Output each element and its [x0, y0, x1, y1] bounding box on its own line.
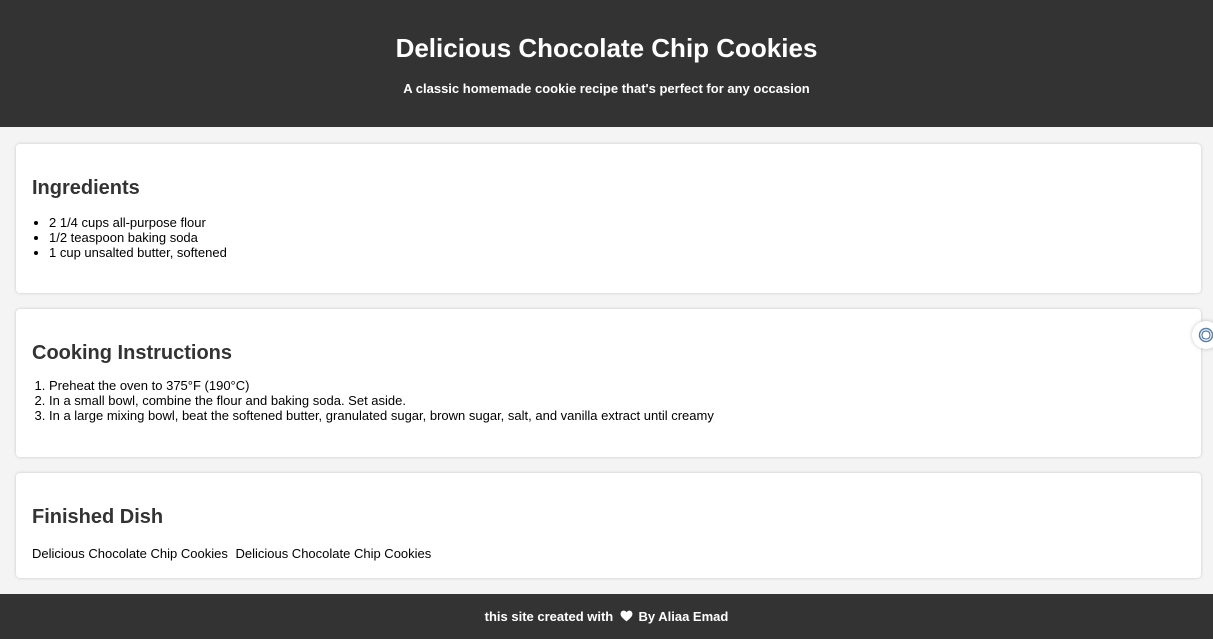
site-header: Delicious Chocolate Chip Cookies A class…	[0, 0, 1213, 127]
main-content: Ingredients 2 1/4 cups all-purpose flour…	[0, 127, 1213, 578]
page-title: Delicious Chocolate Chip Cookies	[395, 33, 818, 63]
instruction-step: In a large mixing bowl, beat the softene…	[49, 408, 1185, 423]
footer-text-after: By Aliaa Emad	[638, 609, 729, 624]
ingredient-item: 1/2 teaspoon baking soda	[49, 230, 1185, 245]
finished-dish-card: Finished Dish Delicious Chocolate Chip C…	[16, 473, 1201, 578]
instruction-step: Preheat the oven to 375°F (190°C)	[49, 378, 1185, 393]
heart-icon	[620, 610, 633, 622]
instructions-list: Preheat the oven to 375°F (190°C) In a s…	[32, 378, 1185, 423]
dish-image-alt: Delicious Chocolate Chip Cookies	[32, 546, 228, 561]
ingredients-heading: Ingredients	[32, 177, 140, 199]
ingredient-item: 2 1/4 cups all-purpose flour	[49, 215, 1185, 230]
dish-images: Delicious Chocolate Chip Cookies Delicio…	[32, 542, 1185, 562]
instruction-step: In a small bowl, combine the flour and b…	[49, 393, 1185, 408]
assistant-widget-icon	[1198, 327, 1213, 343]
instructions-card: Cooking Instructions Preheat the oven to…	[16, 309, 1201, 457]
assistant-widget-button[interactable]	[1192, 321, 1213, 349]
ingredients-list: 2 1/4 cups all-purpose flour 1/2 teaspoo…	[32, 215, 1185, 260]
ingredients-card: Ingredients 2 1/4 cups all-purpose flour…	[16, 144, 1201, 293]
finished-dish-heading: Finished Dish	[32, 506, 164, 528]
ingredient-item: 1 cup unsalted butter, softened	[49, 245, 1185, 260]
dish-image: Delicious Chocolate Chip Cookies	[32, 546, 228, 562]
dish-image: Delicious Chocolate Chip Cookies	[235, 546, 431, 562]
site-footer: this site created with By Aliaa Emad	[0, 594, 1213, 639]
page-subtitle: A classic homemade cookie recipe that's …	[403, 81, 810, 96]
instructions-heading: Cooking Instructions	[32, 342, 232, 364]
footer-text-before: this site created with	[484, 609, 614, 624]
dish-image-alt: Delicious Chocolate Chip Cookies	[235, 546, 432, 561]
